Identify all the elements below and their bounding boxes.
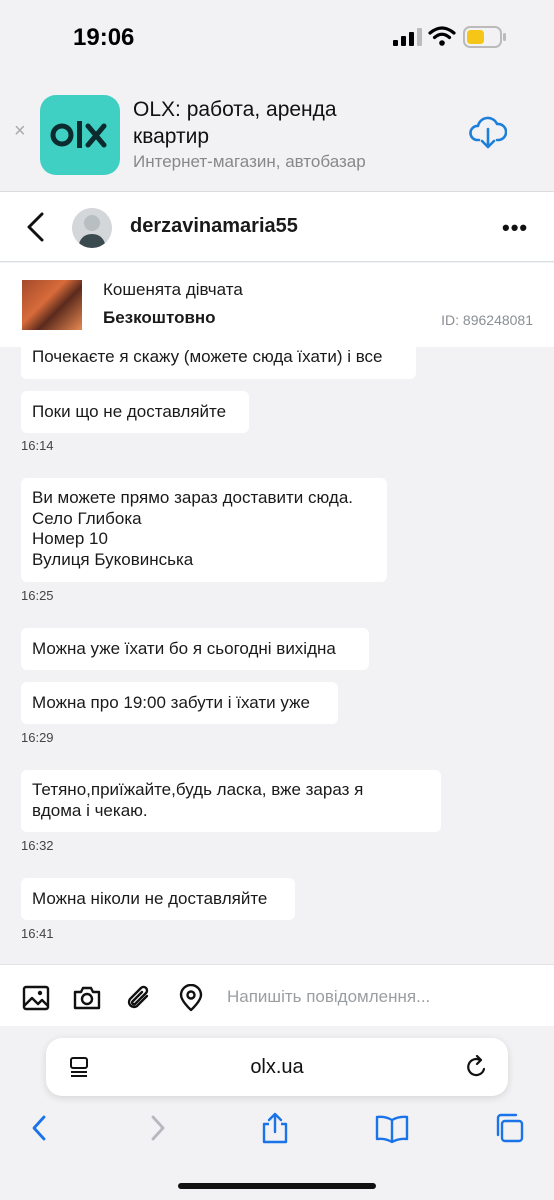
message-bubble: Поки що не доставляйте <box>21 391 249 433</box>
user-avatar[interactable] <box>72 208 112 248</box>
browser-toolbar: olx.ua <box>0 1026 554 1200</box>
back-arrow-icon[interactable] <box>24 211 46 243</box>
ad-thumbnail <box>22 280 82 330</box>
message-list[interactable]: Почекаєте я скажу (можете сюда їхати) і … <box>0 347 554 964</box>
status-time: 19:06 <box>73 24 135 51</box>
message-bubble: Можна про 19:00 забути і їхати уже <box>21 682 338 724</box>
more-options-icon[interactable]: ••• <box>502 215 528 241</box>
cloud-download-icon[interactable] <box>469 114 507 150</box>
browser-forward-icon[interactable] <box>141 1112 175 1144</box>
camera-icon[interactable] <box>73 984 101 1012</box>
smart-app-banner: × OLX: работа, аренда квартир Интернет-м… <box>0 76 554 192</box>
share-icon[interactable] <box>258 1112 292 1144</box>
message-bubble: Тетяно,приїжайте,будь ласка, вже зараз я… <box>21 770 441 832</box>
banner-app-title: OLX: работа, аренда квартир <box>133 98 337 148</box>
olx-app-icon[interactable] <box>40 95 120 175</box>
message-line: вдома і чекаю. <box>32 800 148 820</box>
reload-icon[interactable] <box>466 1055 488 1079</box>
ad-price: Безкоштовно <box>103 308 216 327</box>
message-line: Вулиця Буковинська <box>32 549 194 569</box>
ad-id: ID: 896248081 <box>441 312 533 328</box>
cellular-signal-icon <box>393 28 422 46</box>
message-bubble: Ви можете прямо зараз доставити сюда. Се… <box>21 478 387 582</box>
message-composer: Напишіть повідомлення... <box>0 964 554 1026</box>
message-text: Можна про 19:00 забути і їхати уже <box>32 693 310 712</box>
message-time: 16:25 <box>21 588 54 603</box>
attachment-icon[interactable] <box>125 984 153 1012</box>
olx-logo-icon <box>50 121 107 148</box>
status-bar: 19:06 <box>0 0 554 76</box>
browser-back-icon[interactable] <box>24 1112 58 1144</box>
image-icon[interactable] <box>22 984 50 1012</box>
message-text: Почекаєте я скажу (можете сюда їхати) і … <box>32 347 383 366</box>
bookmarks-icon[interactable] <box>375 1112 409 1144</box>
message-text: Можна уже їхати бо я сьогодні вихідна <box>32 639 336 658</box>
url-text[interactable]: olx.ua <box>46 1056 508 1079</box>
location-pin-icon[interactable] <box>177 984 205 1012</box>
message-bubble: Почекаєте я скажу (можете сюда їхати) і … <box>21 347 416 379</box>
message-time: 16:14 <box>21 438 54 453</box>
banner-close-icon[interactable]: × <box>14 120 26 143</box>
message-time: 16:32 <box>21 838 54 853</box>
message-text: Можна ніколи не доставляйте <box>32 889 268 908</box>
message-input[interactable]: Напишіть повідомлення... <box>227 987 430 1007</box>
tabs-icon[interactable] <box>493 1112 527 1144</box>
message-text: Поки що не доставляйте <box>32 402 227 421</box>
avatar-placeholder-icon <box>72 208 112 248</box>
message-line: Номер 10 <box>32 529 108 548</box>
wifi-icon <box>428 26 456 46</box>
address-bar[interactable]: olx.ua <box>46 1038 508 1096</box>
message-time: 16:41 <box>21 926 54 941</box>
message-line: Ви можете прямо зараз доставити сюда. <box>32 488 353 507</box>
chat-username[interactable]: derzavinamaria55 <box>130 215 298 238</box>
message-bubble: Можна уже їхати бо я сьогодні вихідна <box>21 628 369 670</box>
ad-title: Кошенята дівчата <box>103 280 243 299</box>
message-line: Тетяно,приїжайте,будь ласка, вже зараз я <box>32 780 364 799</box>
battery-icon <box>463 26 506 48</box>
ad-summary[interactable]: Кошенята дівчата Безкоштовно ID: 8962480… <box>0 263 554 347</box>
message-bubble: Можна ніколи не доставляйте <box>21 878 295 920</box>
message-line: Село Глибока <box>32 508 142 528</box>
home-indicator <box>178 1183 376 1189</box>
message-time: 16:29 <box>21 730 54 745</box>
chat-header: derzavinamaria55 ••• <box>0 192 554 262</box>
banner-app-subtitle: Интернет-магазин, автобазар <box>133 152 366 171</box>
